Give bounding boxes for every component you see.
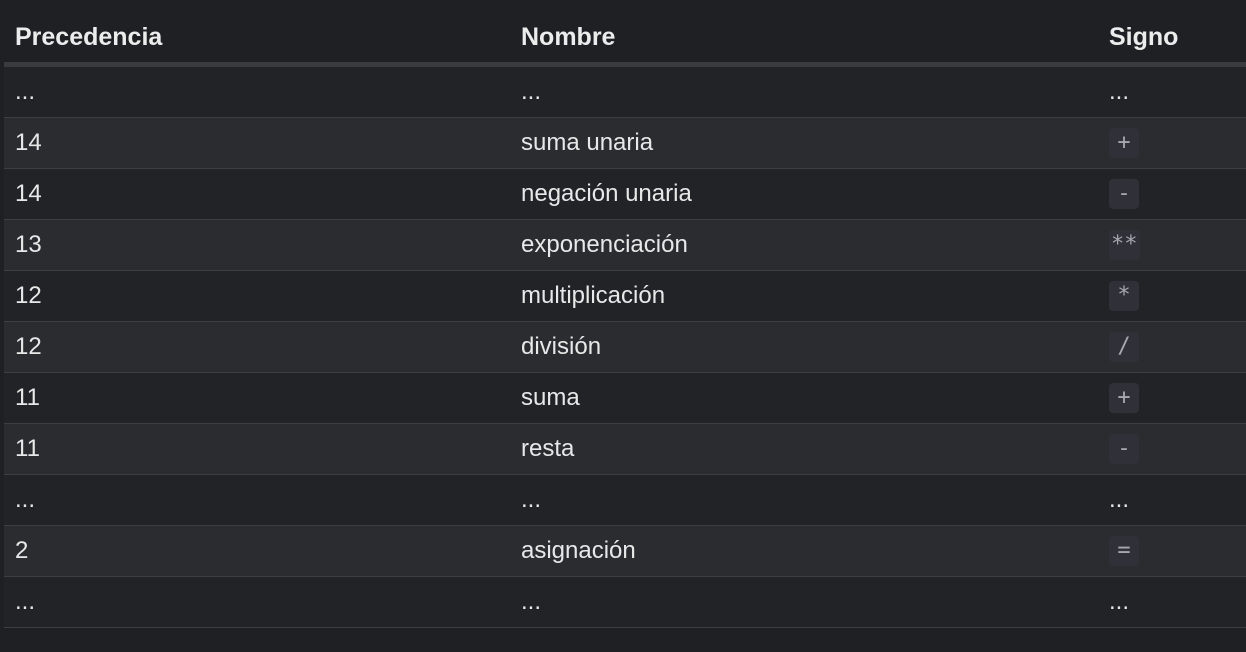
cell-sign: +: [1098, 117, 1246, 169]
cell-name: exponenciación: [510, 219, 1098, 271]
table-header: Precedencia Nombre Signo: [4, 12, 1246, 67]
header-row: Precedencia Nombre Signo: [4, 12, 1246, 67]
ellipsis-text: ...: [1109, 78, 1130, 105]
cell-precedence: 14: [4, 117, 510, 169]
ellipsis-text: ...: [1109, 588, 1130, 615]
table-row: 13 exponenciación **: [4, 219, 1246, 271]
cell-precedence: ...: [4, 64, 510, 118]
cell-sign: ...: [1098, 64, 1246, 118]
header-precedence: Precedencia: [4, 12, 510, 67]
cell-sign: -: [1098, 423, 1246, 475]
cell-name: asignación: [510, 525, 1098, 577]
cell-sign: *: [1098, 270, 1246, 322]
cell-precedence: 11: [4, 372, 510, 424]
cell-sign: ...: [1098, 576, 1246, 628]
cell-name: negación unaria: [510, 168, 1098, 220]
cell-sign: **: [1098, 219, 1246, 271]
cell-sign: ...: [1098, 474, 1246, 526]
operator-sign-code: +: [1109, 383, 1139, 413]
cell-name: resta: [510, 423, 1098, 475]
table-row: 14 suma unaria +: [4, 117, 1246, 169]
cell-precedence: 13: [4, 219, 510, 271]
operator-sign-code: **: [1109, 230, 1140, 260]
operator-precedence-table: Precedencia Nombre Signo ......... 14 suma…: [4, 12, 1246, 628]
header-sign: Signo: [1098, 12, 1246, 67]
cell-precedence: 12: [4, 270, 510, 322]
cell-sign: /: [1098, 321, 1246, 373]
ellipsis-text: ...: [1109, 486, 1130, 513]
cell-precedence: ...: [4, 576, 510, 628]
cell-name: ...: [510, 474, 1098, 526]
table-row: .........: [4, 474, 1246, 526]
table-row: 12 división /: [4, 321, 1246, 373]
page: Precedencia Nombre Signo ......... 14 suma…: [0, 0, 1246, 652]
operator-sign-code: /: [1109, 332, 1139, 362]
cell-sign: -: [1098, 168, 1246, 220]
table-body: ......... 14 suma unaria +14 negación unaria…: [4, 64, 1246, 628]
cell-precedence: 12: [4, 321, 510, 373]
table-row: .........: [4, 576, 1246, 628]
cell-precedence: 2: [4, 525, 510, 577]
cell-name: ...: [510, 64, 1098, 118]
cell-name: suma unaria: [510, 117, 1098, 169]
cell-name: multiplicación: [510, 270, 1098, 322]
operator-sign-code: =: [1109, 536, 1139, 566]
operator-sign-code: *: [1109, 281, 1139, 311]
operator-sign-code: +: [1109, 128, 1139, 158]
cell-sign: =: [1098, 525, 1246, 577]
cell-precedence: 14: [4, 168, 510, 220]
operator-sign-code: -: [1109, 434, 1139, 464]
cell-precedence: ...: [4, 474, 510, 526]
table-row: 11 suma +: [4, 372, 1246, 424]
cell-name: suma: [510, 372, 1098, 424]
operator-sign-code: -: [1109, 179, 1139, 209]
cell-name: división: [510, 321, 1098, 373]
cell-sign: +: [1098, 372, 1246, 424]
cell-precedence: 11: [4, 423, 510, 475]
table-row: 12 multiplicación *: [4, 270, 1246, 322]
cell-name: ...: [510, 576, 1098, 628]
table-row: 2 asignación =: [4, 525, 1246, 577]
table-row: 11 resta -: [4, 423, 1246, 475]
table-row: .........: [4, 64, 1246, 118]
header-name: Nombre: [510, 12, 1098, 67]
table-row: 14 negación unaria -: [4, 168, 1246, 220]
